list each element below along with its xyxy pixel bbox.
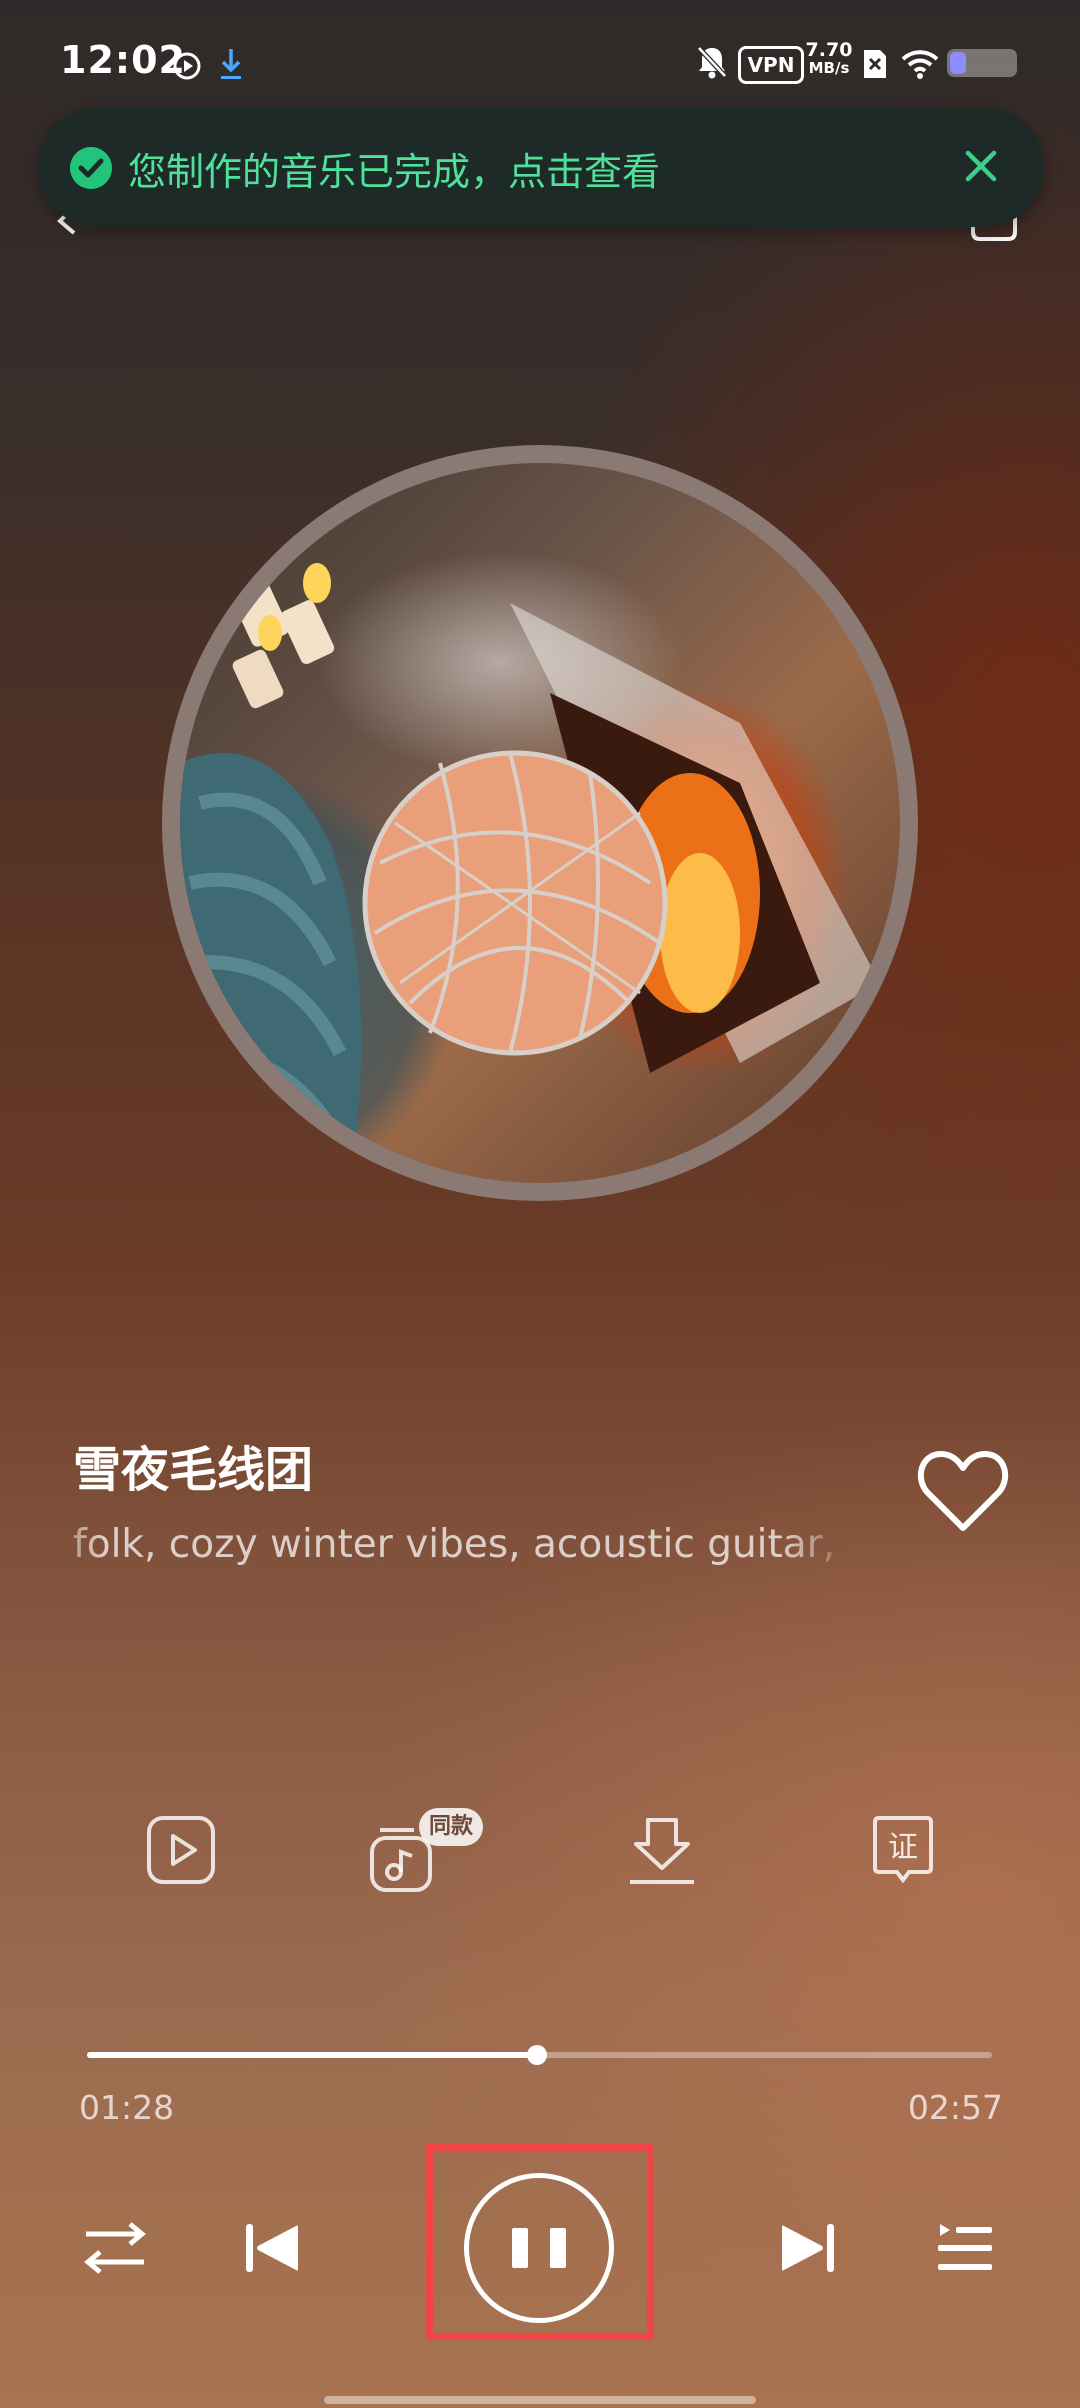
wifi-icon <box>901 50 939 79</box>
progress-fill <box>87 2052 537 2058</box>
album-art <box>180 463 900 1183</box>
total-time: 02:57 <box>907 2088 1003 2127</box>
song-tags: folk, cozy winter vibes, acoustic guitar… <box>73 1522 843 1567</box>
shuffle-icon[interactable] <box>82 2218 148 2278</box>
album-art-image <box>180 543 880 1183</box>
net-speed-unit: MB/s <box>808 59 850 77</box>
toast-message[interactable]: 您制作的音乐已完成，点击查看 <box>128 141 660 196</box>
certificate-label: 证 <box>888 1830 918 1865</box>
video-play-icon[interactable] <box>141 1810 221 1890</box>
next-icon[interactable] <box>780 2220 836 2276</box>
current-time: 01:28 <box>79 2088 175 2127</box>
net-speed-value: 7.70 <box>805 39 853 61</box>
playlist-icon[interactable] <box>936 2220 994 2276</box>
download-icon <box>221 49 241 79</box>
status-time: 12:02 <box>60 38 186 82</box>
previous-icon[interactable] <box>244 2220 300 2276</box>
bell-off-icon <box>697 46 727 79</box>
favorite-heart-icon[interactable] <box>917 1448 1009 1534</box>
completion-toast[interactable]: 您制作的音乐已完成，点击查看 <box>38 107 1044 227</box>
play-circle-icon <box>173 52 201 80</box>
check-circle-icon <box>70 147 112 189</box>
battery-fill <box>950 52 966 74</box>
home-indicator[interactable] <box>324 2396 756 2404</box>
certificate-icon[interactable]: 证 <box>863 1810 943 1890</box>
battery-icon <box>947 49 1017 77</box>
progress-bar[interactable] <box>87 2045 992 2065</box>
sim-off-icon <box>864 50 886 78</box>
download-icon[interactable] <box>622 1810 702 1890</box>
pause-icon <box>512 2228 566 2268</box>
close-icon[interactable] <box>958 143 1004 189</box>
song-title: 雪夜毛线团 <box>73 1442 314 1498</box>
progress-knob[interactable] <box>526 2045 547 2065</box>
vpn-icon: VPN <box>738 46 804 84</box>
net-speed: 7.70 MB/s <box>802 41 856 77</box>
pause-button[interactable] <box>464 2173 614 2323</box>
same-style-badge: 同款 <box>419 1808 483 1846</box>
music-player-screen: 12:02 VPN 7.70 MB/s 您制作的音乐已完成，点击查看 雪夜毛线团… <box>0 0 1080 2408</box>
